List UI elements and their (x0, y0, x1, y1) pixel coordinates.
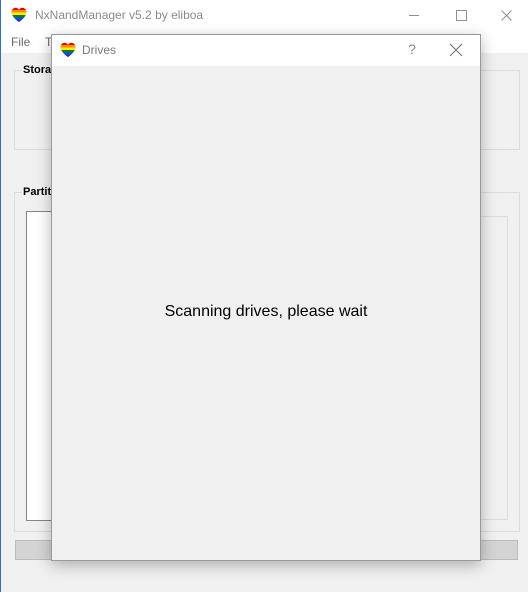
close-icon[interactable] (448, 42, 464, 58)
heart-icon (11, 7, 27, 23)
title-bar: NxNandManager v5.2 by eliboa (1, 0, 528, 31)
maximize-button[interactable] (438, 0, 484, 31)
close-button[interactable] (483, 0, 528, 31)
menu-file[interactable]: File (11, 35, 30, 49)
close-icon (500, 10, 512, 21)
minimize-button[interactable] (391, 0, 437, 31)
window-title: NxNandManager v5.2 by eliboa (35, 8, 204, 22)
partition-info-panel (481, 216, 508, 520)
partitions-group-label: Partit (22, 186, 53, 198)
scanning-message: Scanning drives, please wait (164, 303, 368, 320)
maximize-icon (455, 10, 467, 21)
drives-dialog: Drives ? Scanning drives, please wait (51, 34, 481, 561)
help-button[interactable]: ? (404, 41, 420, 59)
heart-icon (60, 42, 76, 58)
minimize-icon (408, 15, 419, 16)
storage-group-label: Stora (22, 64, 53, 76)
dialog-title-bar: Drives ? (52, 35, 480, 66)
dialog-title: Drives (82, 43, 117, 57)
